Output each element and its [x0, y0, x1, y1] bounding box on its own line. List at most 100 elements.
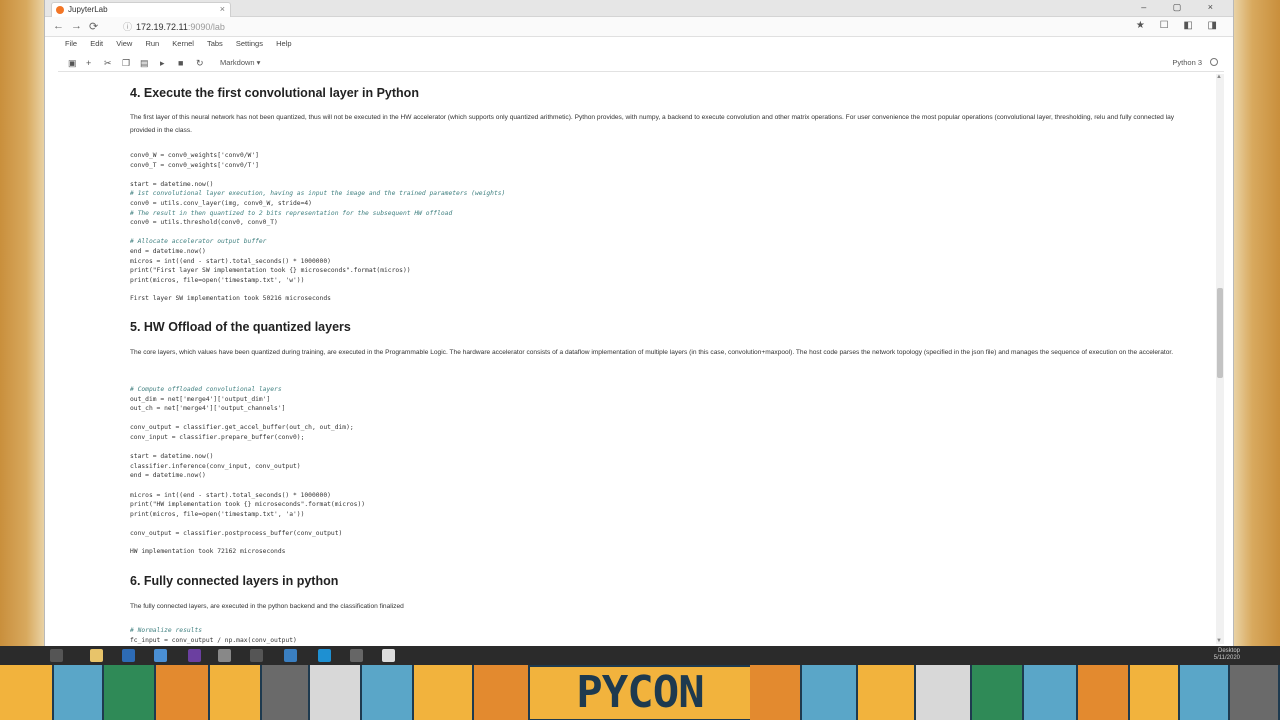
app-icon[interactable] [218, 649, 231, 662]
menu-help[interactable]: Help [276, 39, 291, 48]
scroll-up-icon[interactable]: ▲ [1216, 74, 1222, 80]
explorer-icon[interactable] [90, 649, 103, 662]
code-line: fc_input = conv_output / np.max(conv_out… [130, 636, 297, 644]
code-line: end = datetime.now() [130, 247, 206, 255]
calculator-icon[interactable] [284, 649, 297, 662]
jupyter-logo-icon [56, 6, 64, 14]
code-line: conv_input = classifier.prepare_buffer(c… [130, 433, 305, 441]
save-icon[interactable]: ▣ [68, 58, 77, 69]
run-icon[interactable]: ▸ [160, 58, 165, 69]
menu-view[interactable]: View [116, 39, 132, 48]
menu-run[interactable]: Run [145, 39, 159, 48]
section-4-title: 4. Execute the first convolutional layer… [130, 86, 419, 100]
chrome-icon[interactable] [154, 649, 167, 662]
cut-icon[interactable]: ✂ [104, 58, 112, 69]
banner-tile [0, 665, 54, 720]
tab-bar: JupyterLab × – ▢ × [45, 0, 1233, 17]
address-bar: ← → ⟳ ⓘ 172.19.72.11:9090/lab ★ ☐ ◧ ◨ [45, 17, 1233, 37]
menu-file[interactable]: File [65, 39, 77, 48]
banner-tile [362, 665, 414, 720]
code-line: out_ch = net['merge4']['output_channels'… [130, 405, 286, 413]
banner-tile [310, 665, 362, 720]
code-line: start = datetime.now() [130, 180, 214, 188]
clock-line-2: 5/11/2020 [1213, 655, 1240, 661]
start-icon[interactable] [50, 649, 63, 662]
pen-icon[interactable] [382, 649, 395, 662]
tab-title: JupyterLab [68, 5, 108, 14]
section-4-paragraph: The first layer of this neural network h… [130, 114, 1174, 134]
code-cell-s5[interactable]: # Compute offloaded convolutional layers… [130, 385, 365, 539]
banner-tile [414, 665, 474, 720]
menu-settings[interactable]: Settings [236, 39, 263, 48]
back-icon[interactable]: ← [53, 20, 64, 32]
outlook-icon[interactable] [122, 649, 135, 662]
code-line: conv0_T = conv0_weights['conv0/T'] [130, 161, 259, 169]
banner-tile [1024, 665, 1078, 720]
stop-icon[interactable]: ■ [178, 58, 183, 68]
notebook-toolbar: ▣ + ✂ ❐ ▤ ▸ ■ ↻ Markdown ▾ Python 3 [58, 56, 1224, 72]
banner-tile [156, 665, 210, 720]
windows-taskbar: Desktop 5/11/2020 [0, 646, 1280, 665]
scroll-down-icon[interactable]: ▼ [1216, 638, 1222, 644]
code-line: print("First layer SW implementation too… [130, 267, 411, 275]
cell-type-dropdown[interactable]: Markdown ▾ [220, 58, 260, 67]
forward-icon[interactable]: → [71, 20, 82, 32]
code-cell-s6[interactable]: # Normalize results fc_input = conv_outpu… [130, 626, 297, 644]
code-cell-s4[interactable]: conv0_W = conv0_weights['conv0/W'] conv0_… [130, 151, 505, 285]
code-line: # Compute offloaded convolutional layers [130, 386, 282, 393]
menu-tabs[interactable]: Tabs [207, 39, 223, 48]
vertical-scrollbar[interactable]: ▲ ▼ [1216, 74, 1224, 644]
window-controls[interactable]: – ▢ × [1141, 2, 1225, 13]
section-6-paragraph: The fully connected layers, are executed… [130, 603, 404, 610]
snip-icon[interactable] [350, 649, 363, 662]
url-path: :9090/lab [187, 22, 225, 32]
code-line: conv0_W = conv0_weights['conv0/W'] [130, 152, 259, 159]
banner-tile [972, 665, 1024, 720]
code-line: micros = int((end - start).total_seconds… [130, 257, 331, 265]
jupyter-menubar: File Edit View Run Kernel Tabs Settings … [45, 37, 1233, 51]
restart-icon[interactable]: ↻ [196, 58, 204, 69]
url-host: 172.19.72.11 [136, 22, 188, 32]
banner-tile [262, 665, 310, 720]
code-line: micros = int((end - start).total_seconds… [130, 491, 331, 499]
code-line: conv0 = utils.threshold(conv0, conv0_T) [130, 219, 278, 227]
code-line: end = datetime.now() [130, 472, 206, 480]
banner-tile [1230, 665, 1280, 720]
browser-tab[interactable]: JupyterLab × [51, 2, 231, 17]
url-field[interactable]: ⓘ 172.19.72.11:9090/lab [123, 20, 1163, 34]
pycon-banner: PYCON 2020 [0, 665, 1280, 720]
clock-line-1: Desktop [1217, 648, 1240, 654]
code-line: print("HW implementation took {} microse… [130, 501, 366, 509]
copy-icon[interactable]: ❐ [122, 58, 130, 69]
paste-icon[interactable]: ▤ [140, 58, 149, 69]
code-line: # 1st convolutional layer execution, hav… [130, 190, 506, 198]
code-line: conv0 = utils.conv_layer(img, conv0_W, s… [130, 199, 312, 207]
code-line: conv_output = classifier.postprocess_buf… [130, 529, 343, 537]
terminal-icon[interactable] [250, 649, 263, 662]
tab-close-icon[interactable]: × [220, 4, 225, 14]
banner-tile [474, 665, 530, 720]
reload-icon[interactable]: ⟳ [89, 20, 98, 33]
kernel-status-icon [1210, 58, 1218, 66]
banner-tile [750, 665, 802, 720]
banner-tile [1078, 665, 1130, 720]
menu-edit[interactable]: Edit [90, 39, 103, 48]
extension-icons[interactable]: ★ ☐ ◧ ◨ [1136, 20, 1223, 31]
scroll-thumb[interactable] [1217, 288, 1223, 378]
code-line: start = datetime.now() [130, 453, 214, 461]
add-cell-icon[interactable]: + [86, 58, 91, 68]
onenote-icon[interactable] [188, 649, 201, 662]
banner-tile [210, 665, 262, 720]
code-line: # Normalize results [130, 627, 203, 634]
code-line: out_dim = net['merge4']['output_dim'] [130, 395, 271, 403]
output-s4: First layer SW implementation took 50216… [130, 295, 331, 302]
code-line: print(micros, file=open('timestamp.txt',… [130, 510, 305, 518]
menu-kernel[interactable]: Kernel [172, 39, 194, 48]
skype-icon[interactable] [318, 649, 331, 662]
banner-tile [802, 665, 858, 720]
banner-tile [858, 665, 916, 720]
